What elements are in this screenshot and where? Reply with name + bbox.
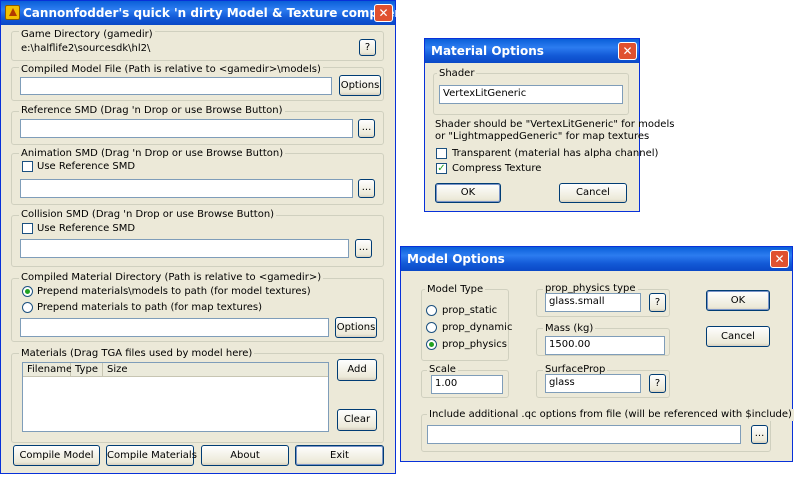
model-ok-button[interactable]: OK	[706, 290, 770, 311]
material-directory-input[interactable]	[20, 318, 329, 337]
physics-type-help-button[interactable]: ?	[649, 293, 666, 312]
include-input[interactable]	[427, 425, 741, 444]
clear-materials-button[interactable]: Clear	[337, 409, 377, 431]
model-type-label: Model Type	[425, 284, 486, 296]
animation-use-reference-label: Use Reference SMD	[37, 161, 136, 172]
scale-input[interactable]: 1.00	[431, 375, 503, 394]
compress-texture-label: Compress Texture	[452, 163, 542, 174]
shader-hint-line-2: or "LightmappedGeneric" for map textures	[435, 131, 650, 142]
collision-smd-browse-button[interactable]: ...	[355, 239, 372, 258]
transparent-label: Transparent (material has alpha channel)	[452, 148, 659, 159]
model-options-titlebar[interactable]: Model Options ✕	[401, 247, 792, 271]
compile-materials-button[interactable]: Compile Materials	[106, 445, 197, 466]
include-browse-button[interactable]: ...	[751, 425, 768, 444]
compile-model-button[interactable]: Compile Model	[13, 445, 100, 466]
about-button[interactable]: About	[201, 445, 289, 466]
compiler-title: Cannonfodder's quick 'n dirty Model & Te…	[23, 6, 401, 20]
model-cancel-button[interactable]: Cancel	[706, 326, 770, 347]
surfaceprop-help-button[interactable]: ?	[649, 374, 666, 393]
column-header-size[interactable]: Size	[103, 363, 328, 377]
prop-physics-radio[interactable]	[426, 339, 437, 350]
material-directory-label: Compiled Material Directory (Path is rel…	[19, 272, 324, 284]
prop-static-label: prop_static	[442, 305, 498, 316]
close-icon[interactable]: ✕	[770, 250, 789, 268]
close-icon[interactable]: ✕	[618, 42, 637, 60]
reference-smd-browse-button[interactable]: ...	[358, 119, 375, 138]
model-options-title: Model Options	[407, 252, 505, 266]
shader-input[interactable]: VertexLitGeneric	[439, 85, 623, 104]
mass-input[interactable]: 1500.00	[545, 336, 665, 355]
prop-dynamic-label: prop_dynamic	[442, 322, 513, 333]
prop-static-radio[interactable]	[426, 305, 437, 316]
app-icon	[5, 5, 20, 20]
collision-smd-input[interactable]	[20, 239, 349, 258]
material-options-title: Material Options	[431, 44, 544, 58]
compiled-model-label: Compiled Model File (Path is relative to…	[19, 64, 323, 76]
close-icon[interactable]: ✕	[374, 4, 393, 22]
prepend-materials-radio[interactable]	[22, 302, 33, 313]
material-options-titlebar[interactable]: Material Options ✕	[425, 39, 639, 63]
compiled-model-options-button[interactable]: Options	[339, 75, 381, 96]
animation-smd-input[interactable]	[20, 179, 353, 198]
material-ok-button[interactable]: OK	[435, 183, 501, 203]
game-directory-label: Game Directory (gamedir)	[19, 29, 155, 41]
prepend-models-label: Prepend materials\models to path (for mo…	[37, 286, 311, 297]
reference-smd-label: Reference SMD (Drag 'n Drop or use Brows…	[19, 105, 285, 117]
include-label: Include additional .qc options from file…	[427, 409, 794, 421]
reference-smd-input[interactable]	[20, 119, 353, 138]
prepend-materials-label: Prepend materials to path (for map textu…	[37, 302, 262, 313]
collision-use-reference-label: Use Reference SMD	[37, 223, 136, 234]
collision-use-reference-checkbox[interactable]	[22, 223, 33, 234]
shader-label: Shader	[437, 68, 477, 80]
animation-use-reference-checkbox[interactable]	[22, 161, 33, 172]
surfaceprop-input[interactable]: glass	[545, 374, 641, 393]
materials-list[interactable]: Filename Type Size	[22, 362, 329, 432]
model-options-window: Model Options ✕ Model Type prop_static p…	[400, 246, 794, 462]
column-header-filename[interactable]: Filename	[23, 363, 72, 377]
add-material-button[interactable]: Add	[337, 359, 377, 381]
game-directory-value: e:\halflife2\sourcesdk\hl2\	[21, 43, 151, 54]
material-options-window: Material Options ✕ Shader VertexLitGener…	[424, 38, 674, 212]
collision-smd-label: Collision SMD (Drag 'n Drop or use Brows…	[19, 209, 277, 221]
physics-type-input[interactable]: glass.small	[545, 293, 641, 312]
game-directory-help-button[interactable]: ?	[359, 39, 376, 56]
animation-smd-label: Animation SMD (Drag 'n Drop or use Brows…	[19, 148, 286, 160]
animation-smd-browse-button[interactable]: ...	[358, 179, 375, 198]
material-directory-options-button[interactable]: Options	[335, 317, 377, 338]
material-cancel-button[interactable]: Cancel	[559, 183, 627, 203]
shader-hint-line-1: Shader should be "VertexLitGeneric" for …	[435, 119, 675, 130]
materials-label: Materials (Drag TGA files used by model …	[19, 348, 255, 360]
prop-physics-label: prop_physics	[442, 339, 508, 350]
prop-dynamic-radio[interactable]	[426, 322, 437, 333]
compress-texture-checkbox[interactable]: ✓	[436, 163, 447, 174]
compiler-titlebar[interactable]: Cannonfodder's quick 'n dirty Model & Te…	[1, 1, 400, 25]
compiler-window: Cannonfodder's quick 'n dirty Model & Te…	[0, 0, 400, 474]
prepend-models-radio[interactable]	[22, 286, 33, 297]
exit-button[interactable]: Exit	[295, 445, 384, 466]
mass-label: Mass (kg)	[543, 323, 596, 335]
column-header-type[interactable]: Type	[71, 363, 103, 377]
compiled-model-input[interactable]	[20, 77, 332, 95]
transparent-checkbox[interactable]	[436, 148, 447, 159]
